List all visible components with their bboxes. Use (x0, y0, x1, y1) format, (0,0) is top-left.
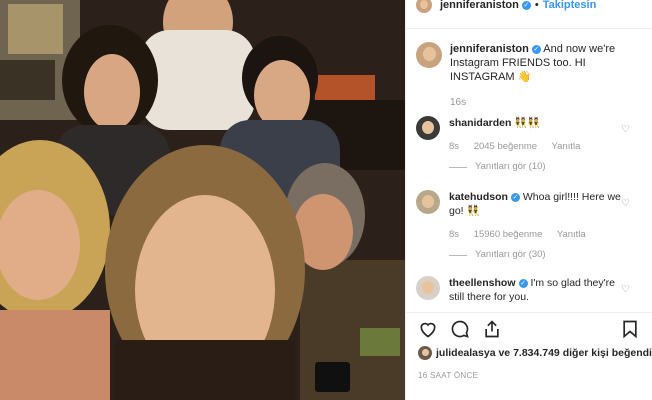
view-replies-label: Yanıtları gör (10) (475, 161, 546, 172)
header-avatar[interactable] (416, 0, 432, 13)
post-time: 16 SAAT ÖNCE (418, 371, 479, 380)
comment-body: theellenshow ✓ I'm so glad they're still … (449, 276, 629, 304)
comment-meta: 8s 15960 beğenme Yanıtla (449, 228, 629, 242)
post-photo[interactable] (0, 0, 405, 400)
comment-item: shanidarden 👯👯 8s 2045 beğenme Yanıtla Y… (416, 116, 646, 174)
follow-status-button[interactable]: Takiptesin (543, 0, 597, 11)
comment-body: katehudson ✓ Whoa girl!!!! Here we go! 👯 … (449, 190, 629, 262)
reply-button[interactable]: Yanıtla (557, 229, 586, 240)
header-username[interactable]: jenniferaniston (440, 0, 519, 11)
post-caption: jenniferaniston ✓ And now we're Instagram… (416, 42, 641, 110)
group-selfie-image (0, 0, 405, 400)
post-header: jenniferaniston ✓ • Takiptesin (406, 0, 652, 13)
reply-button[interactable]: Yanıtla (552, 141, 581, 152)
comment-icon[interactable] (450, 319, 470, 339)
replies-line (449, 254, 467, 256)
verified-badge-icon: ✓ (518, 278, 528, 288)
caption-time: 16s (450, 97, 467, 108)
share-icon[interactable] (482, 319, 502, 339)
comment-like-heart-icon[interactable]: ♡ (621, 284, 630, 295)
likes-summary: julidealasya ve 7.834.749 diğer kişi beğ… (418, 346, 652, 360)
comment-likes[interactable]: 15960 beğenme (474, 229, 543, 240)
comment-avatar[interactable] (416, 190, 440, 214)
comment-avatar[interactable] (416, 276, 440, 300)
comment-time: 8s (449, 141, 460, 152)
comment-username[interactable]: shanidarden (449, 117, 511, 129)
comment-likes[interactable]: 2045 beğenme (474, 141, 537, 152)
likes-avatar[interactable] (418, 346, 432, 360)
caption-avatar[interactable] (416, 42, 442, 68)
actions-divider (406, 312, 652, 313)
post-sidebar: jenniferaniston ✓ • Takiptesin jennifera… (405, 0, 652, 400)
replies-line (449, 166, 467, 168)
instagram-post: jenniferaniston ✓ • Takiptesin jennifera… (0, 0, 652, 400)
heart-icon[interactable] (418, 319, 438, 339)
comment-time: 8s (449, 229, 460, 240)
view-replies-button[interactable]: Yanıtları gör (10) (449, 160, 629, 174)
likes-text[interactable]: ve 7.834.749 diğer kişi beğendi (498, 347, 652, 359)
comment-like-heart-icon[interactable]: ♡ (621, 198, 630, 209)
caption-username[interactable]: jenniferaniston (450, 43, 529, 55)
caption-body: jenniferaniston ✓ And now we're Instagram… (450, 42, 641, 110)
separator-dot: • (534, 0, 539, 11)
comment-item: theellenshow ✓ I'm so glad they're still … (416, 276, 646, 304)
view-replies-label: Yanıtları gör (30) (475, 249, 546, 260)
comment-username[interactable]: katehudson (449, 191, 508, 203)
likes-username[interactable]: julidealasya (436, 347, 496, 359)
comment-item: katehudson ✓ Whoa girl!!!! Here we go! 👯 … (416, 190, 646, 262)
comment-avatar[interactable] (416, 116, 440, 140)
comment-meta: 8s 2045 beğenme Yanıtla (449, 140, 629, 154)
comment-username[interactable]: theellenshow (449, 277, 516, 289)
header-divider (406, 28, 652, 29)
comment-text: 👯👯 (514, 117, 541, 129)
verified-badge-icon: ✓ (521, 0, 531, 10)
comment-like-heart-icon[interactable]: ♡ (621, 124, 630, 135)
action-bar (418, 319, 640, 341)
view-replies-button[interactable]: Yanıtları gör (30) (449, 248, 629, 262)
verified-badge-icon: ✓ (510, 192, 520, 202)
verified-badge-icon: ✓ (531, 44, 541, 54)
bookmark-icon[interactable] (620, 319, 640, 339)
comment-body: shanidarden 👯👯 8s 2045 beğenme Yanıtla Y… (449, 116, 629, 174)
